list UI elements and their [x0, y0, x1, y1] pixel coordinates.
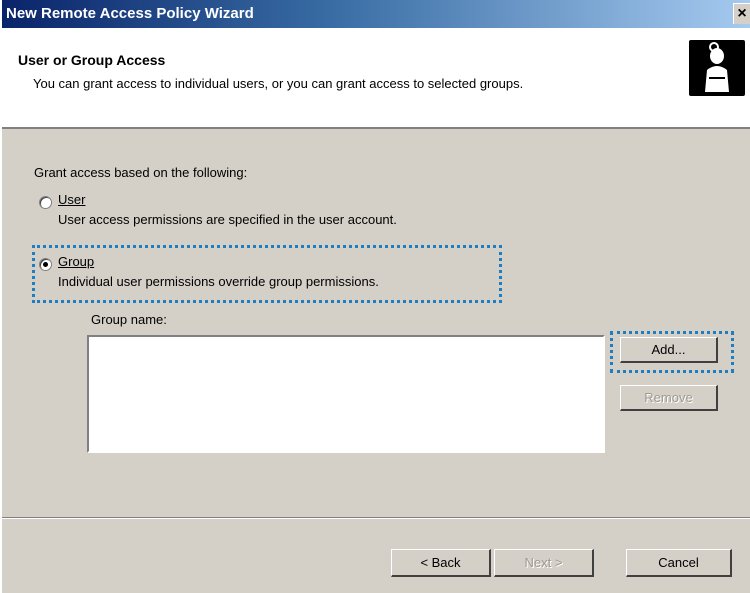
title-bar: New Remote Access Policy Wizard × [2, 0, 750, 28]
user-key-icon [689, 40, 745, 96]
user-radio[interactable] [39, 196, 52, 209]
wizard-window: New Remote Access Policy Wizard × User o… [2, 0, 750, 593]
user-radio-label[interactable]: User [58, 192, 85, 207]
back-button[interactable]: < Back [391, 549, 491, 577]
page-title: User or Group Access [18, 52, 166, 68]
group-option-description: Individual user permissions override gro… [58, 274, 379, 289]
group-name-list[interactable] [87, 335, 605, 453]
close-button[interactable]: × [733, 3, 750, 24]
wizard-content: Grant access based on the following: Use… [2, 129, 750, 511]
page-subtitle: You can grant access to individual users… [33, 76, 524, 91]
wizard-header: User or Group Access You can grant acces… [2, 28, 750, 129]
user-option-description: User access permissions are specified in… [58, 212, 397, 227]
window-title: New Remote Access Policy Wizard [6, 5, 254, 22]
close-icon: × [737, 5, 747, 22]
add-button[interactable]: Add... [620, 337, 718, 363]
grant-access-prompt: Grant access based on the following: [34, 165, 248, 180]
next-button[interactable]: Next > [494, 549, 594, 577]
footer-separator [2, 517, 750, 519]
group-radio-label[interactable]: Group [58, 254, 94, 269]
group-name-label: Group name: [91, 312, 167, 327]
remove-button[interactable]: Remove [620, 385, 718, 411]
cancel-button[interactable]: Cancel [626, 549, 732, 577]
group-radio[interactable] [39, 258, 52, 271]
